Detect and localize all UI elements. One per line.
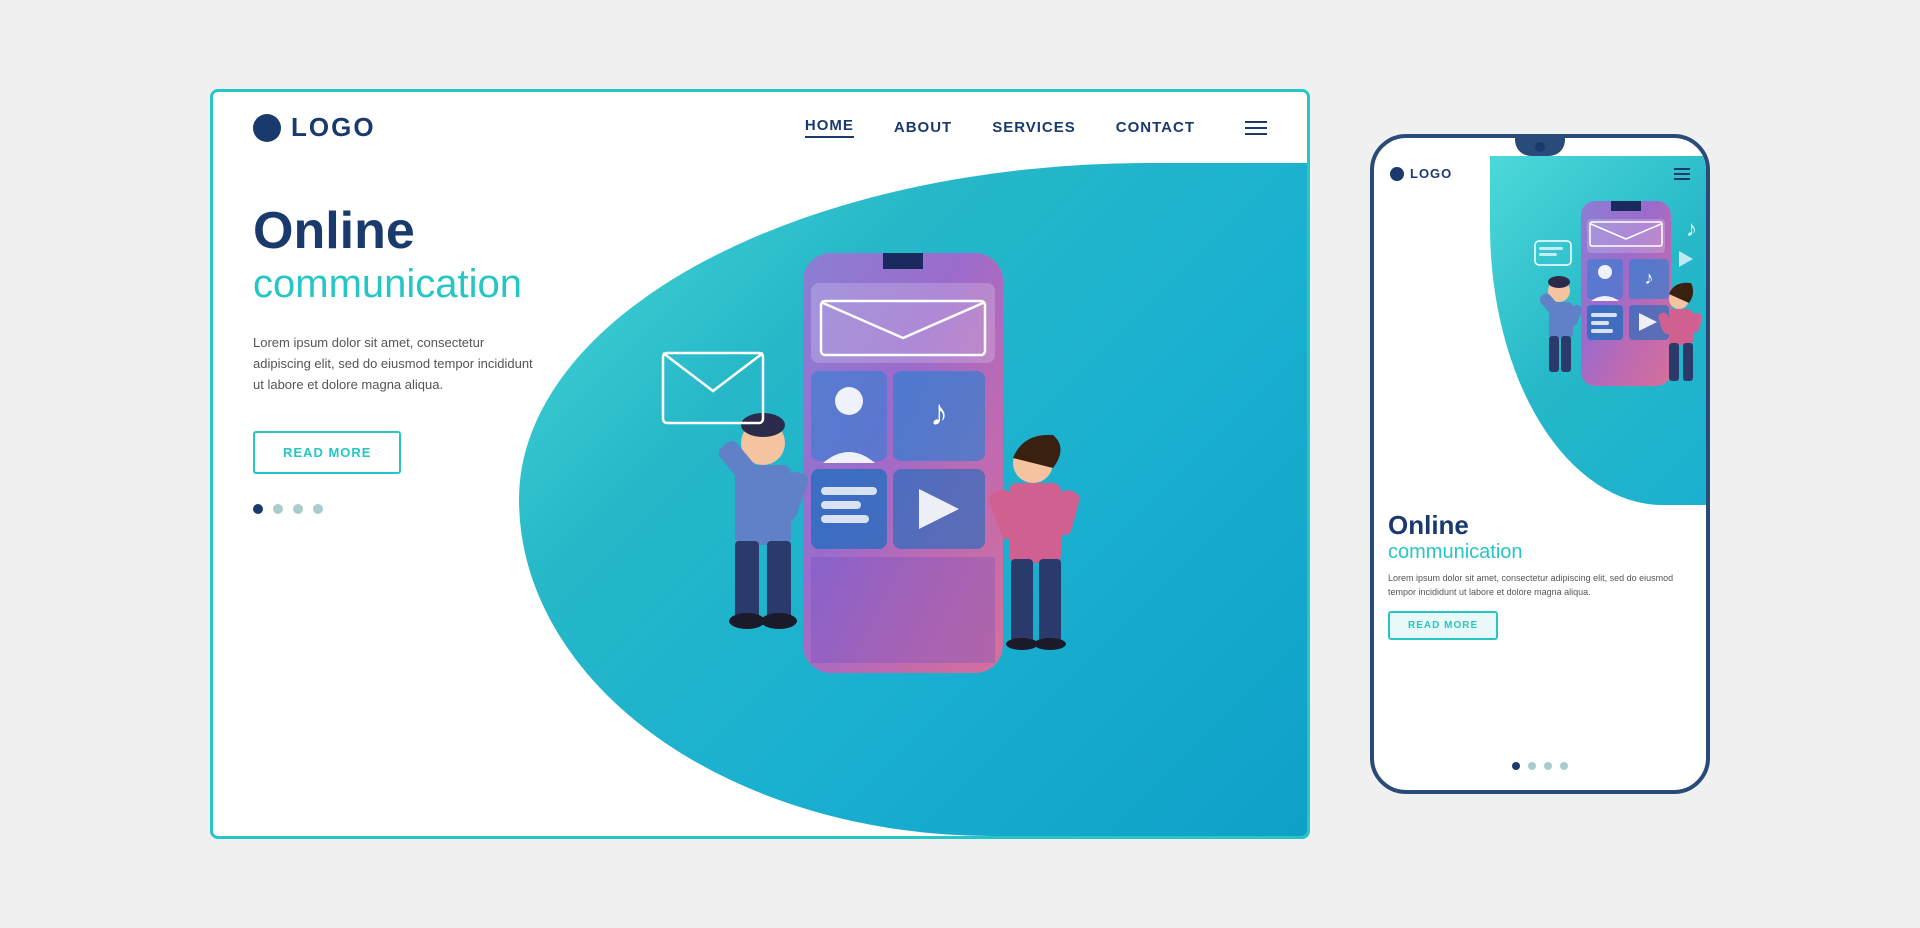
mobile-text-area: Online communication Lorem ipsum dolor s…	[1388, 511, 1692, 640]
page-wrapper: LOGO HOME ABOUT SERVICES CONTACT Online	[170, 49, 1750, 879]
hero-left-content: Online communication Lorem ipsum dolor s…	[253, 203, 593, 514]
dot-4[interactable]	[313, 504, 323, 514]
logo-area: LOGO	[253, 112, 376, 143]
mobile-hero-title-main: Online	[1388, 511, 1692, 540]
nav-bar: LOGO HOME ABOUT SERVICES CONTACT	[213, 92, 1307, 163]
hero-title-sub: communication	[253, 260, 593, 308]
mobile-logo-text: LOGO	[1410, 166, 1452, 181]
mobile-pagination	[1512, 762, 1568, 770]
read-more-button[interactable]: READ MORE	[253, 431, 401, 474]
pagination-dots	[253, 504, 593, 514]
mobile-illustration: ♪	[1531, 181, 1701, 461]
mobile-hero-title-sub: communication	[1388, 540, 1692, 564]
mobile-notch	[1515, 138, 1565, 156]
mobile-logo-area: LOGO	[1390, 166, 1452, 181]
dot-3[interactable]	[293, 504, 303, 514]
mobile-dot-3[interactable]	[1544, 762, 1552, 770]
logo-dot-icon	[253, 114, 281, 142]
mobile-read-more-button[interactable]: READ MORE	[1388, 611, 1498, 640]
mobile-dot-2[interactable]	[1528, 762, 1536, 770]
svg-text:♪: ♪	[930, 392, 948, 433]
nav-home[interactable]: HOME	[805, 117, 854, 138]
dot-1[interactable]	[253, 504, 263, 514]
nav-services[interactable]: SERVICES	[992, 119, 1076, 136]
mobile-dot-4[interactable]	[1560, 762, 1568, 770]
nav-about[interactable]: ABOUT	[894, 119, 952, 136]
nav-contact[interactable]: CONTACT	[1116, 119, 1195, 136]
mobile-hero-description: Lorem ipsum dolor sit amet, consectetur …	[1388, 572, 1692, 599]
hero-section: Online communication Lorem ipsum dolor s…	[213, 163, 1307, 836]
svg-text:♪: ♪	[1645, 268, 1654, 288]
hero-description: Lorem ipsum dolor sit amet, consectetur …	[253, 333, 543, 395]
nav-links: HOME ABOUT SERVICES CONTACT	[805, 117, 1267, 138]
hero-illustration: ♪	[563, 173, 1243, 813]
mobile-dot-1[interactable]	[1512, 762, 1520, 770]
mobile-logo-dot-icon	[1390, 167, 1404, 181]
dot-2[interactable]	[273, 504, 283, 514]
mobile-nav: LOGO	[1374, 156, 1706, 191]
mobile-mockup: LOGO ♪	[1370, 134, 1710, 794]
svg-text:♪: ♪	[1686, 216, 1697, 241]
desktop-mockup: LOGO HOME ABOUT SERVICES CONTACT Online	[210, 89, 1310, 839]
desktop-logo-text: LOGO	[291, 112, 376, 143]
mobile-content: LOGO ♪	[1374, 156, 1706, 790]
hamburger-menu-icon[interactable]	[1245, 121, 1267, 135]
mobile-hamburger-icon[interactable]	[1674, 168, 1690, 180]
hero-title-main: Online	[253, 203, 593, 260]
